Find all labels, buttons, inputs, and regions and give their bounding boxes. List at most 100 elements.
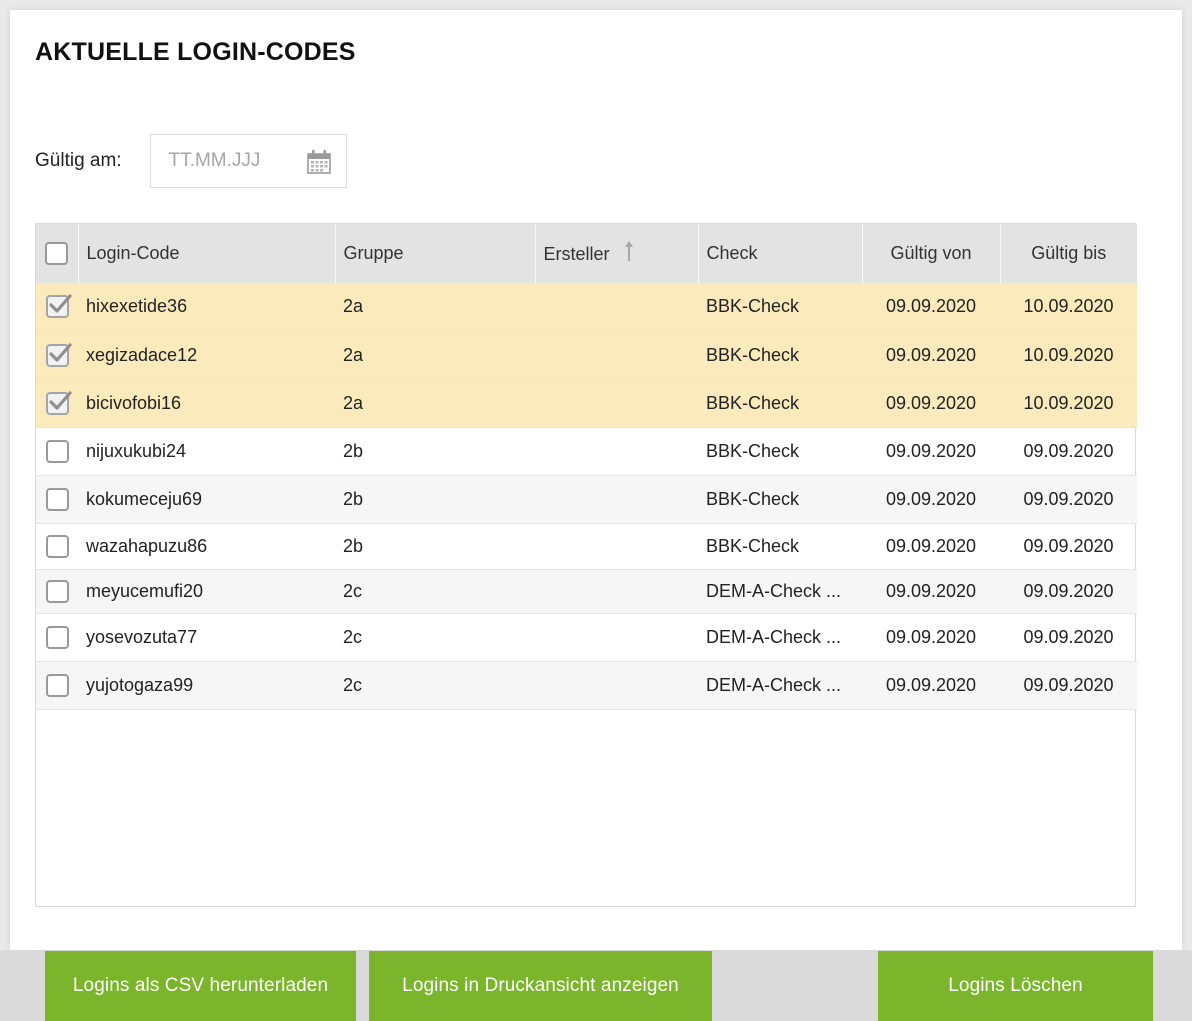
- select-all-cell: [36, 224, 79, 283]
- table-row[interactable]: wazahapuzu86 2b BBK-Check 09.09.2020 09.09.2…: [36, 523, 1137, 569]
- row-checkbox[interactable]: [45, 625, 69, 649]
- cell-valid-from: 09.09.2020: [885, 580, 977, 601]
- download-csv-button[interactable]: Logins als CSV herunterladen: [45, 951, 356, 1021]
- row-select-cell: [36, 661, 78, 709]
- table-row[interactable]: xegizadace12 2a BBK-Check 09.09.2020 10.09.2…: [36, 331, 1137, 379]
- date-filter: Gültig am:: [35, 134, 347, 188]
- cell-group: 2c: [343, 580, 363, 601]
- cell-valid-to: 09.09.2020: [1023, 488, 1114, 509]
- cell-login-code: kokumeceju69: [86, 488, 203, 509]
- table-row[interactable]: kokumeceju69 2b BBK-Check 09.09.2020 09.09.2…: [36, 475, 1137, 523]
- row-select-cell: [36, 475, 78, 523]
- cell-creator: [535, 523, 698, 569]
- cell-login-code: nijuxukubi24: [86, 440, 187, 461]
- cell-valid-from: 09.09.2020: [885, 488, 977, 509]
- row-checkbox[interactable]: [45, 342, 72, 367]
- cell-group: 2b: [343, 488, 364, 509]
- cell-check: BBK-Check: [706, 392, 800, 413]
- cell-group: 2c: [343, 674, 363, 695]
- cell-login-code: xegizadace12: [86, 344, 198, 365]
- login-codes-table: Login-Code Gruppe Ersteller Check Gültig…: [35, 223, 1137, 907]
- date-filter-label: Gültig am:: [35, 150, 122, 171]
- cell-group: 2a: [343, 344, 364, 365]
- cell-valid-to: 10.09.2020: [1023, 344, 1114, 365]
- cell-valid-to: 09.09.2020: [1023, 674, 1114, 695]
- cell-valid-to: 09.09.2020: [1023, 580, 1114, 601]
- row-checkbox[interactable]: [45, 534, 69, 558]
- row-select-cell: [36, 427, 78, 475]
- table-body: hixexetide36 2a BBK-Check 09.09.2020 10.09.2…: [36, 283, 1137, 709]
- cell-valid-from: 09.09.2020: [885, 392, 977, 413]
- row-checkbox[interactable]: [45, 390, 72, 415]
- cell-check: BBK-Check: [706, 535, 800, 556]
- cell-valid-to: 10.09.2020: [1023, 296, 1114, 317]
- print-view-button[interactable]: Logins in Druckansicht anzeigen: [369, 951, 712, 1021]
- cell-login-code: meyucemufi20: [86, 580, 204, 601]
- cell-creator: [535, 613, 698, 661]
- cell-check: BBK-Check: [706, 488, 800, 509]
- table-row[interactable]: bicivofobi16 2a BBK-Check 09.09.2020 10.09.2…: [36, 379, 1137, 427]
- column-header-check[interactable]: Check: [698, 224, 863, 283]
- cell-creator: [535, 283, 698, 331]
- cell-valid-to: 09.09.2020: [1023, 535, 1114, 556]
- table-row[interactable]: nijuxukubi24 2b BBK-Check 09.09.2020 09.09.2…: [36, 427, 1137, 475]
- table-row[interactable]: meyucemufi20 2c DEM-A-Check ... 09.09.2020 0…: [36, 569, 1137, 613]
- cell-check: DEM-A-Check ...: [706, 626, 842, 647]
- cell-check: DEM-A-Check ...: [706, 674, 842, 695]
- cell-valid-from: 09.09.2020: [885, 440, 977, 461]
- column-header-group[interactable]: Gruppe: [335, 224, 536, 283]
- row-checkbox[interactable]: [45, 487, 69, 511]
- cell-check: DEM-A-Check ...: [706, 580, 842, 601]
- column-header-valid-from[interactable]: Gültig von: [862, 224, 1001, 283]
- row-checkbox[interactable]: [45, 673, 69, 697]
- cell-login-code: wazahapuzu86: [86, 535, 208, 556]
- cell-group: 2b: [343, 535, 364, 556]
- cell-login-code: hixexetide36: [86, 296, 188, 317]
- calendar-icon[interactable]: [306, 150, 332, 174]
- cell-valid-from: 09.09.2020: [885, 344, 977, 365]
- cell-valid-to: 09.09.2020: [1023, 440, 1114, 461]
- cell-creator: [535, 379, 698, 427]
- row-checkbox[interactable]: [45, 294, 72, 319]
- row-select-cell: [36, 379, 78, 427]
- cell-check: BBK-Check: [706, 344, 800, 365]
- select-all-checkbox[interactable]: [45, 242, 69, 265]
- cell-creator: [535, 569, 698, 613]
- cell-group: 2a: [343, 392, 364, 413]
- column-header-login-code[interactable]: Login-Code: [78, 224, 336, 283]
- date-field[interactable]: [149, 134, 347, 188]
- cell-creator: [535, 427, 698, 475]
- cell-creator: [535, 331, 698, 379]
- cell-group: 2c: [343, 626, 363, 647]
- cell-creator: [535, 475, 698, 523]
- cell-login-code: yujotogaza99: [86, 674, 194, 695]
- row-checkbox[interactable]: [45, 579, 69, 603]
- cell-valid-to: 10.09.2020: [1023, 392, 1114, 413]
- table-row[interactable]: yosevozuta77 2c DEM-A-Check ... 09.09.2020 0…: [36, 613, 1137, 661]
- cell-group: 2b: [343, 440, 364, 461]
- row-select-cell: [36, 569, 78, 613]
- cell-login-code: yosevozuta77: [86, 626, 198, 647]
- delete-logins-button[interactable]: Logins Löschen: [878, 951, 1153, 1021]
- cell-valid-to: 09.09.2020: [1023, 626, 1114, 647]
- cell-check: BBK-Check: [706, 440, 800, 461]
- cell-valid-from: 09.09.2020: [885, 626, 977, 647]
- column-header-creator[interactable]: Ersteller: [535, 224, 699, 283]
- cell-login-code: bicivofobi16: [86, 392, 182, 413]
- row-select-cell: [36, 613, 78, 661]
- date-input[interactable]: [168, 150, 299, 172]
- row-select-cell: [36, 283, 78, 331]
- row-select-cell: [36, 331, 78, 379]
- column-header-valid-to[interactable]: Gültig bis: [1000, 224, 1137, 283]
- sort-ascending-icon[interactable]: [624, 240, 634, 267]
- cell-check: BBK-Check: [706, 296, 800, 317]
- row-checkbox[interactable]: [45, 439, 69, 463]
- cell-creator: [535, 661, 698, 709]
- table-row[interactable]: yujotogaza99 2c DEM-A-Check ... 09.09.2020 0…: [36, 661, 1137, 709]
- row-select-cell: [36, 523, 78, 569]
- table-header-row: Login-Code Gruppe Ersteller Check Gültig…: [36, 224, 1137, 283]
- column-header-creator-label: Ersteller: [543, 244, 610, 264]
- page-title: AKTUELLE LOGIN-CODES: [35, 38, 356, 66]
- table-row[interactable]: hixexetide36 2a BBK-Check 09.09.2020 10.09.2…: [36, 283, 1137, 331]
- cell-valid-from: 09.09.2020: [885, 674, 977, 695]
